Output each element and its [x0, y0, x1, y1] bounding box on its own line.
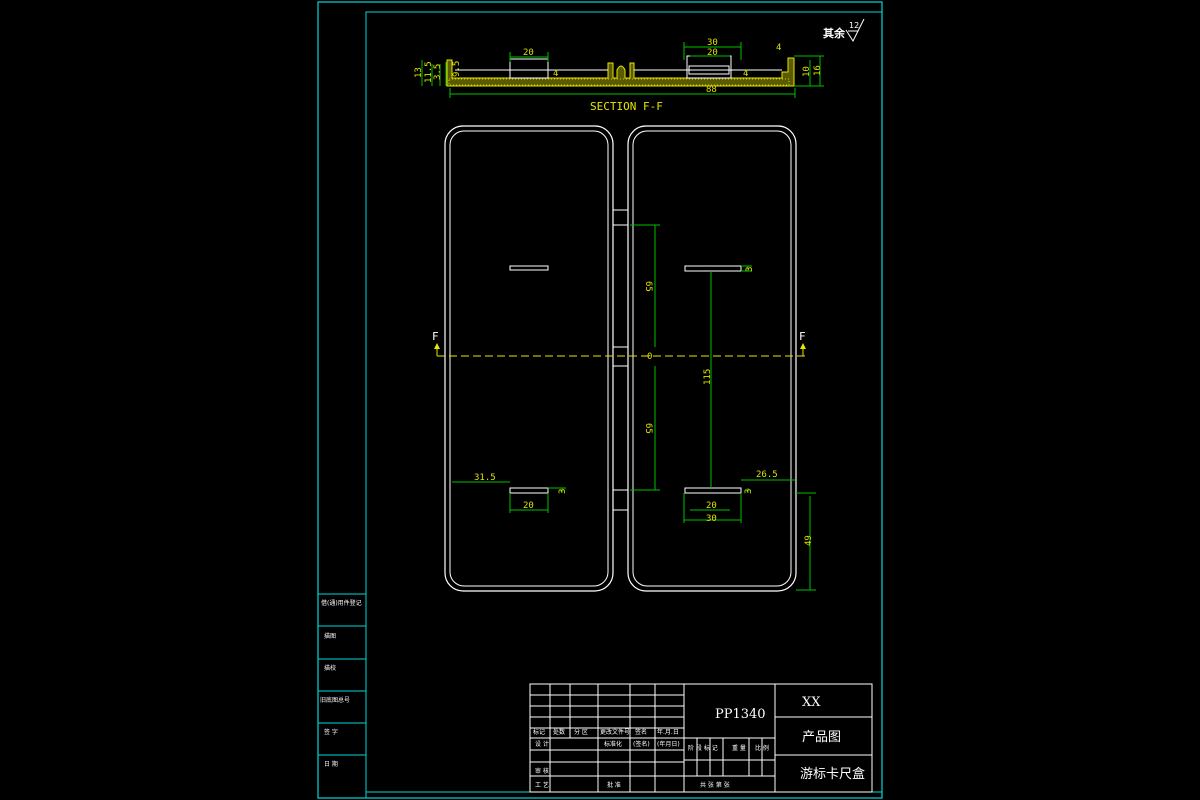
tb-role-check: 审 核	[535, 767, 549, 775]
tb-stage-2: 比 例	[755, 744, 769, 752]
plan-dim-0: 0	[647, 352, 652, 362]
section-marker-left: F	[432, 330, 440, 356]
strip-label-4: 签 字	[324, 728, 338, 736]
tb-header-2: 分 区	[574, 728, 588, 736]
strip-label-5: 日 期	[324, 760, 338, 768]
tb-header-1: 处数	[553, 728, 565, 736]
plan-dim-20-right: 20	[706, 501, 717, 511]
tb-stage-0: 阶 段 标 记	[688, 744, 718, 752]
left-registration-strip: 借(通)用件登记 描图 描校 旧底图总号 签 字 日 期	[317, 593, 367, 799]
tb-part-name: 游标卡尺盒	[800, 766, 865, 782]
sec-dim-10: 10	[802, 66, 812, 77]
strip-label-2: 描校	[324, 664, 336, 672]
inner-frame	[365, 11, 883, 793]
strip-label-1: 描图	[324, 632, 336, 640]
surface-finish-label: 其余	[823, 26, 846, 40]
section-title: SECTION F-F	[590, 100, 663, 113]
plan-view: F F 65 65 115 0 3 3 3 31.5 26.5 20 20 30…	[432, 125, 816, 592]
tb-doc-type: 产品图	[802, 730, 841, 745]
plan-dim-65-top: 65	[643, 281, 653, 292]
plan-dim-3-right: 3	[744, 489, 754, 494]
tb-sheet-info: 共 张 第 张	[700, 781, 730, 789]
plan-dim-315: 31.5	[474, 473, 496, 483]
tb-header-5: 年.月.日	[657, 728, 679, 736]
sec-dim-20b: 20	[707, 48, 718, 58]
left-tray-inner	[449, 130, 609, 587]
plan-dim-49: 49	[804, 535, 814, 546]
outer-frame	[317, 1, 883, 799]
tb-role-design: 设 计	[535, 740, 549, 748]
section-profile	[446, 57, 795, 87]
tb-approve: 批 准	[607, 781, 621, 789]
sec-dim-35: 3.5	[433, 64, 443, 80]
sec-dim-30: 30	[707, 38, 718, 48]
hinge	[612, 209, 629, 511]
svg-text:F: F	[432, 330, 439, 343]
plan-dim-65-bottom: 65	[643, 423, 653, 434]
pocket-left	[509, 58, 549, 79]
tb-header-4: 签名	[635, 728, 647, 736]
sec-dim-95: 9.5	[452, 61, 462, 77]
plan-dim-30: 30	[706, 514, 717, 524]
sec-dim-88: 88	[706, 85, 717, 95]
sec-dim-20a: 20	[523, 48, 534, 58]
strip-label-0: 借(通)用件登记	[321, 599, 362, 607]
cad-drawing-canvas: 其余 12 20 30 20 4 4 4 88 13 11.5 3.5 9.5 …	[317, 1, 883, 799]
slot-right-top	[684, 265, 742, 272]
tb-header-0: 标记	[533, 728, 545, 736]
tb-header-3: 更改文件号	[600, 728, 630, 736]
tb-std-label: 标准化	[604, 740, 622, 748]
tb-role-design-sig: (签名)	[633, 740, 650, 748]
section-view: 20 30 20 4 4 4 88 13 11.5 3.5 9.5 10 16 …	[414, 38, 824, 113]
sec-dim-13: 13	[414, 67, 424, 78]
plan-dim-3-left: 3	[558, 489, 568, 494]
slot-left-bottom	[509, 487, 549, 494]
pocket-right	[686, 55, 732, 79]
surface-finish-symbol: 其余 12	[823, 18, 865, 43]
tb-role-process: 工 艺	[535, 781, 549, 789]
surface-finish-value: 12	[849, 21, 859, 30]
sec-dim-16: 16	[813, 65, 823, 76]
tb-role-date: (年月日)	[657, 740, 680, 748]
slot-right-bottom	[684, 487, 742, 494]
tb-company: XX	[802, 695, 821, 710]
tb-stage-1: 重 量	[732, 744, 746, 752]
plan-dim-265: 26.5	[756, 470, 778, 480]
sec-dim-4b: 4	[553, 69, 558, 79]
tb-drawing-no: PP1340	[715, 707, 766, 722]
sec-dim-4a: 4	[776, 43, 781, 53]
plan-dim-115: 115	[703, 369, 713, 385]
plan-dim-3-top: 3	[745, 267, 755, 272]
sec-dim-4c: 4	[743, 69, 748, 79]
plan-dimensions	[452, 224, 816, 591]
slot-left-top	[509, 265, 549, 271]
left-tray-outer	[444, 125, 614, 592]
svg-text:F: F	[799, 330, 806, 343]
strip-label-3: 旧底图总号	[320, 696, 350, 704]
plan-dim-20-left: 20	[523, 501, 534, 511]
section-marker-right: F	[799, 330, 806, 356]
